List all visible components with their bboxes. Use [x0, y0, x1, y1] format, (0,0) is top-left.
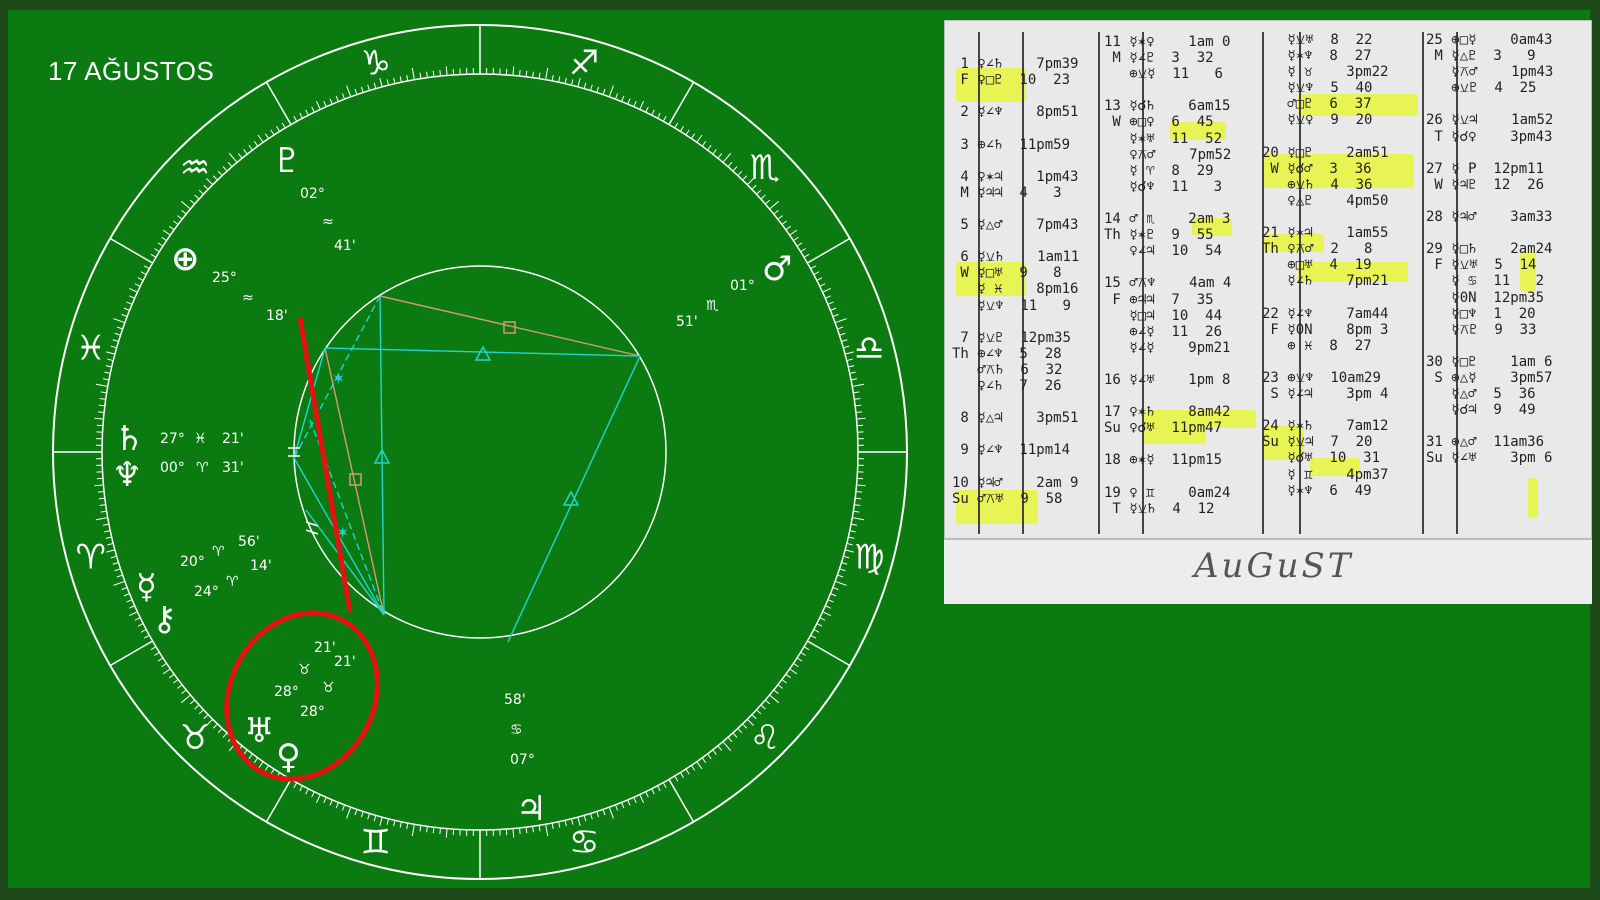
saturn-degree: 27° [160, 431, 185, 447]
earth-glyph: ⊕ [171, 239, 200, 279]
uranus-minute: 21' [314, 640, 336, 656]
ephemeris-table: 1 ♀∠♄ 7pm39 F ♀□♇ 10 23 2 ☿∠♆ 8pm51 3 ⊕∠… [944, 20, 1592, 604]
jupiter-sign: ♋ [510, 722, 523, 738]
astrology-chart-wheel: ♑ ♐♏♎♍♌♋♊♉♈♓♒ ✶ ✶ ♇ ⊕ ♂ ♄ ♆ ☿ ⚷ ♅ ♀ ♃ 02… [52, 24, 908, 880]
zodiac-signs: ♑ ♐ ♏ ♎ ♍ ♌ ♋ ♊ ♉ ♈ ♓ ♒ [75, 44, 884, 863]
zodiac-sign-0: ♑ [360, 44, 390, 84]
chiron-sign: ♈ [226, 574, 239, 590]
zodiac-sign-3: ♎ [854, 329, 884, 369]
earth-minute: 18' [266, 308, 288, 324]
pluto-degree: 02° [300, 186, 325, 202]
planet-glyphs: ♇ ⊕ ♂ ♄ ♆ ☿ ⚷ ♅ ♀ ♃ [112, 141, 792, 829]
saturn-sign: ♓ [194, 431, 207, 447]
chiron-minute: 14' [250, 558, 272, 574]
zodiac-sign-9: ♈ [75, 537, 105, 577]
mars-minute: 51' [676, 314, 698, 330]
zodiac-sign-11: ♒ [180, 148, 210, 188]
ephemeris-column-1: 1 ♀∠♄ 7pm39 F ♀□♇ 10 23 2 ☿∠♆ 8pm51 3 ⊕∠… [952, 56, 1080, 507]
neptune-degree: 00° [160, 460, 185, 476]
uranus-degree: 28° [274, 684, 299, 700]
zodiac-sign-2: ♏ [750, 148, 780, 188]
inner-ring [101, 73, 859, 831]
venus-degree: 28° [300, 704, 325, 720]
zodiac-sign-10: ♓ [75, 329, 105, 369]
pluto-sign: ≈ [322, 214, 334, 230]
month-label: AuGuST [1194, 546, 1354, 586]
neptune-sign: ♈ [196, 460, 209, 476]
mercury-degree: 20° [180, 554, 205, 570]
venus-glyph: ♀ [276, 737, 301, 777]
venus-minute: 21' [334, 654, 356, 670]
jupiter-minute: 58' [504, 692, 526, 708]
ephemeris-column-3: ☿⚺♅ 8 22 ☿✶♆ 8 27 ☿ ♉ 3pm22 ☿⚺♆ 5 40 ♂□♇… [1262, 32, 1389, 499]
saturn-glyph: ♄ [114, 419, 144, 459]
neptune-glyph: ♆ [112, 455, 142, 495]
red-pointer-line [297, 317, 353, 613]
svg-text:✶: ✶ [332, 369, 345, 388]
mars-glyph: ♂ [762, 249, 792, 289]
mercury-minute: 56' [238, 534, 260, 550]
uranus-sign: ♉ [298, 662, 311, 678]
aspect-circle [293, 265, 667, 639]
chiron-glyph: ⚷ [152, 599, 177, 639]
mercury-sign: ♈ [212, 544, 225, 560]
zodiac-sign-4: ♍ [854, 537, 884, 577]
neptune-minute: 31' [222, 460, 244, 476]
mars-sign: ♏ [706, 298, 719, 314]
zodiac-sign-5: ♌ [750, 718, 780, 758]
zodiac-sign-1: ♐ [569, 44, 599, 84]
saturn-minute: 21' [222, 431, 244, 447]
pluto-glyph: ♇ [272, 141, 302, 181]
zodiac-sign-6: ♋ [569, 822, 599, 862]
aspect-symbols: ✶ ✶ [332, 321, 580, 542]
pluto-minute: 41' [334, 238, 356, 254]
planet-positions: 02° ≈ 41' 25° ≈ 18' 01° ♏ 51' 27° ♓ 21' … [160, 186, 755, 768]
zodiac-sign-7: ♊ [360, 822, 390, 862]
red-highlight-circle [224, 610, 380, 782]
chiron-degree: 24° [194, 584, 219, 600]
mars-degree: 01° [730, 278, 755, 294]
venus-sign: ♉ [322, 680, 335, 696]
earth-sign: ≈ [242, 290, 254, 306]
uranus-glyph: ♅ [244, 711, 274, 751]
jupiter-glyph: ♃ [516, 789, 546, 829]
zodiac-sign-8: ♉ [180, 718, 210, 758]
jupiter-degree: 07° [510, 752, 535, 768]
earth-degree: 25° [212, 270, 237, 286]
ephemeris-column-2: 11 ☿✶♀ 1am 0 M ☿∠♇ 3 32 ⊕⚺☿ 11 6 13 ☿☌♄ … [1104, 34, 1232, 517]
ephemeris-column-4: 25 ⊕□☿ 0am43 M ☿△♇ 3 9 ☿⚻♂ 1pm43 ⊕⚺♇ 4 2… [1426, 32, 1554, 467]
